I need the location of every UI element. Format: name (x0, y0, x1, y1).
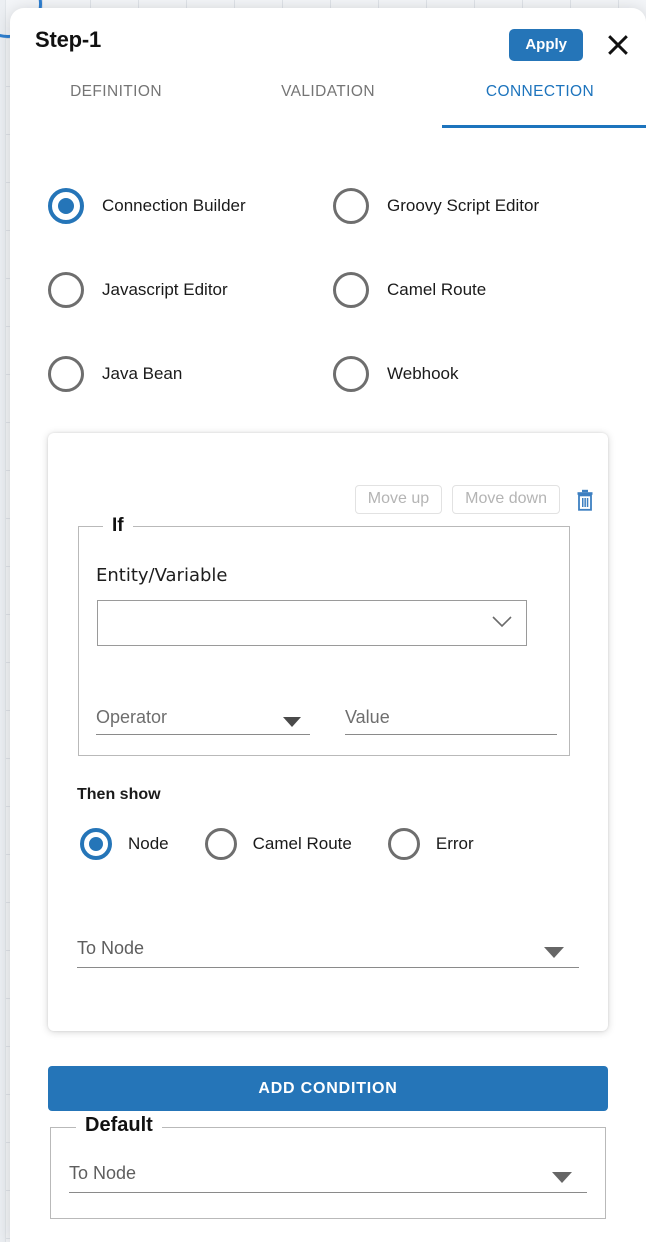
radio-option-camel-route[interactable]: Camel Route (333, 272, 486, 308)
entity-variable-label: Entity/Variable (96, 565, 228, 586)
tab-definition[interactable]: DEFINITION (10, 70, 222, 132)
value-placeholder: Value (345, 707, 390, 727)
radio-icon-javascript-editor[interactable] (48, 272, 84, 308)
default-fieldset: Default To Node (50, 1114, 606, 1219)
radio-option-webhook[interactable]: Webhook (333, 356, 459, 392)
canvas-left-edge (0, 0, 6, 1242)
add-condition-button[interactable]: ADD CONDITION (48, 1066, 608, 1111)
operator-placeholder: Operator (96, 707, 168, 727)
move-up-button[interactable]: Move up (354, 485, 443, 514)
radio-icon-groovy-script-editor[interactable] (333, 188, 369, 224)
step-properties-dialog: Step-1 Apply DEFINITION VALIDATION CONNE… (10, 8, 646, 1242)
caret-down-icon (543, 946, 565, 964)
radio-label-then-show-camel-route: Camel Route (252, 834, 352, 853)
default-legend: Default (76, 1114, 162, 1137)
condition-card-toolbar: Move up Move down (354, 485, 602, 514)
apply-button[interactable]: Apply (509, 29, 583, 61)
radio-row: Javascript Editor Camel Route (10, 272, 646, 356)
condition-card: Move up Move down If Entity/Variable Ope… (48, 433, 608, 1031)
radio-icon-camel-route[interactable] (333, 272, 369, 308)
radio-option-connection-builder[interactable]: Connection Builder (10, 188, 333, 224)
then-show-radio-group: Node Camel Route Error (80, 828, 510, 860)
move-down-button[interactable]: Move down (452, 485, 560, 514)
radio-label-groovy-script-editor: Groovy Script Editor (387, 196, 540, 215)
radio-icon-then-show-error[interactable] (387, 828, 420, 860)
radio-row: Connection Builder Groovy Script Editor (10, 188, 646, 272)
radio-icon-java-bean[interactable] (48, 356, 84, 392)
if-condition-fieldset: If Entity/Variable Operator Value (78, 515, 570, 756)
radio-label-then-show-error: Error (435, 834, 474, 853)
tab-bar: DEFINITION VALIDATION CONNECTION (10, 70, 646, 132)
chevron-down-icon (491, 615, 513, 634)
then-show-label: Then show (77, 786, 161, 803)
radio-label-java-bean: Java Bean (102, 364, 183, 383)
if-legend: If (103, 515, 133, 537)
radio-option-groovy-script-editor[interactable]: Groovy Script Editor (333, 188, 539, 224)
entity-variable-select[interactable] (97, 600, 527, 646)
radio-label-webhook: Webhook (387, 364, 459, 383)
caret-down-icon (282, 715, 302, 733)
radio-label-javascript-editor: Javascript Editor (102, 280, 228, 299)
tab-validation[interactable]: VALIDATION (222, 70, 434, 132)
radio-row: Java Bean Webhook (10, 356, 646, 440)
condition-to-node-select[interactable]: To Node (77, 938, 579, 968)
radio-option-java-bean[interactable]: Java Bean (10, 356, 333, 392)
radio-label-connection-builder: Connection Builder (102, 196, 246, 215)
operator-select[interactable]: Operator (96, 707, 310, 735)
radio-label-camel-route: Camel Route (387, 280, 487, 299)
connection-source-radio-group: Connection Builder Groovy Script Editor … (10, 188, 646, 440)
radio-option-javascript-editor[interactable]: Javascript Editor (10, 272, 333, 308)
radio-icon-then-show-node[interactable] (80, 828, 112, 860)
default-to-node-placeholder: To Node (69, 1163, 137, 1183)
radio-icon-then-show-camel-route[interactable] (204, 828, 237, 860)
radio-icon-webhook[interactable] (333, 356, 369, 392)
default-to-node-select[interactable]: To Node (69, 1163, 587, 1193)
radio-icon-connection-builder[interactable] (48, 188, 84, 224)
tab-connection[interactable]: CONNECTION (434, 70, 646, 132)
dialog-header: Step-1 Apply (10, 8, 646, 70)
close-icon[interactable] (601, 28, 635, 62)
condition-to-node-placeholder: To Node (77, 938, 145, 958)
radio-label-then-show-node: Node (128, 834, 169, 853)
value-input[interactable]: Value (345, 707, 557, 735)
page-title: Step-1 (35, 27, 102, 52)
caret-down-icon (551, 1171, 573, 1189)
trash-icon[interactable] (572, 486, 598, 514)
